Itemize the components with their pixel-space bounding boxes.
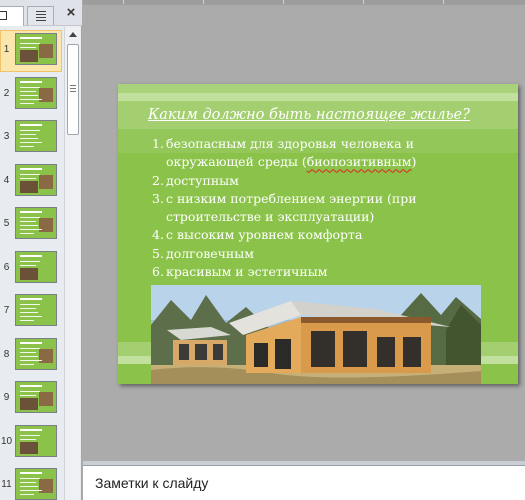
slide-bullet-list[interactable]: 1. безопасным для здоровья человека и окру… — [152, 135, 417, 281]
scrollbar-thumb[interactable] — [67, 44, 79, 135]
slide-title[interactable]: Каким должно быть настоящее жилье? — [148, 107, 470, 123]
slide-number: 5 — [3, 218, 10, 229]
slide-thumbnail[interactable]: 5 — [0, 207, 64, 247]
slide-thumbnail-list: 1 2 3 4 5 6 7 8 9 10 11 — [0, 27, 64, 500]
scroll-up-arrow-icon[interactable] — [67, 29, 78, 40]
slide-thumbnail[interactable]: 3 — [0, 120, 64, 160]
slide-thumbnail-image — [15, 120, 57, 152]
slide-list-item: 1. безопасным для здоровья человека и — [152, 136, 414, 151]
slide-editing-canvas[interactable]: Каким должно быть настоящее жилье? 1. без… — [83, 5, 525, 461]
slide-thumbnail[interactable]: 1 — [0, 30, 64, 73]
slide-number: 4 — [3, 174, 10, 186]
slide-band-top — [118, 84, 518, 93]
slide-thumbnail-image — [15, 163, 57, 196]
slide-number: 8 — [3, 348, 10, 360]
slide-thumbnail[interactable]: 4 — [0, 163, 64, 204]
current-slide[interactable]: Каким должно быть настоящее жилье? 1. без… — [118, 84, 518, 384]
slide-number: 3 — [3, 131, 10, 142]
slide-thumbnail[interactable]: 8 — [0, 337, 64, 378]
thumbnail-scrollbar[interactable] — [64, 27, 80, 500]
notes-placeholder: Заметки к слайду — [95, 475, 209, 491]
slide-number: 6 — [3, 261, 10, 273]
slide-list-item: 6. красивым и эстетичным — [152, 264, 328, 280]
slide-list-item: 4. с высоким уровнем комфорта — [152, 227, 363, 243]
slide-number: 11 — [1, 479, 12, 490]
slide-number: 9 — [3, 392, 10, 403]
house-photo[interactable] — [151, 285, 481, 384]
slide-thumbnail[interactable]: 11 — [0, 468, 64, 500]
slide-list-item: строительстве и эксплуатации) — [166, 209, 375, 225]
slide-thumbnail[interactable]: 9 — [0, 381, 64, 421]
slide-thumbnail[interactable]: 2 — [0, 76, 64, 117]
slide-thumbnail[interactable]: 10 — [0, 424, 64, 465]
slide-list-item: 3. с низким потреблением энергии (при — [152, 190, 417, 206]
slide-thumbnail-image — [15, 424, 57, 457]
notes-pane[interactable]: Заметки к слайду — [83, 465, 525, 500]
close-pane-button[interactable]: × — [64, 5, 78, 21]
slide-thumbnail-image — [15, 337, 57, 370]
slide-number: 1 — [3, 44, 10, 55]
outline-icon — [36, 11, 46, 12]
slide-thumbnail-image — [15, 294, 57, 326]
slide-list-item: окружающей среды (биопозитивным) — [166, 154, 417, 170]
slide-thumbnail-image — [15, 468, 57, 500]
slide-number: 10 — [0, 435, 13, 447]
slides-pane: × 1 2 3 4 5 6 7 8 9 10 11 — [0, 0, 82, 500]
slide-number: 2 — [3, 87, 10, 99]
slide-thumbnail-image — [15, 381, 57, 413]
slide-list-item: 5. долговечным — [152, 245, 254, 261]
tab-slides[interactable] — [0, 6, 24, 26]
tab-outline[interactable] — [27, 6, 54, 25]
slide-thumbnail-image — [15, 76, 57, 109]
slide-thumbnail-image — [15, 33, 57, 65]
slide-number: 7 — [3, 305, 10, 316]
slide-thumbnail-image — [15, 207, 57, 239]
slides-tab-icon — [0, 11, 7, 20]
pane-tabs: × — [0, 0, 82, 26]
slide-thumbnail[interactable]: 6 — [0, 250, 64, 291]
slide-thumbnail[interactable]: 7 — [0, 294, 64, 334]
slide-thumbnail-image — [15, 250, 57, 283]
slide-list-item: 2. доступным — [152, 172, 239, 188]
